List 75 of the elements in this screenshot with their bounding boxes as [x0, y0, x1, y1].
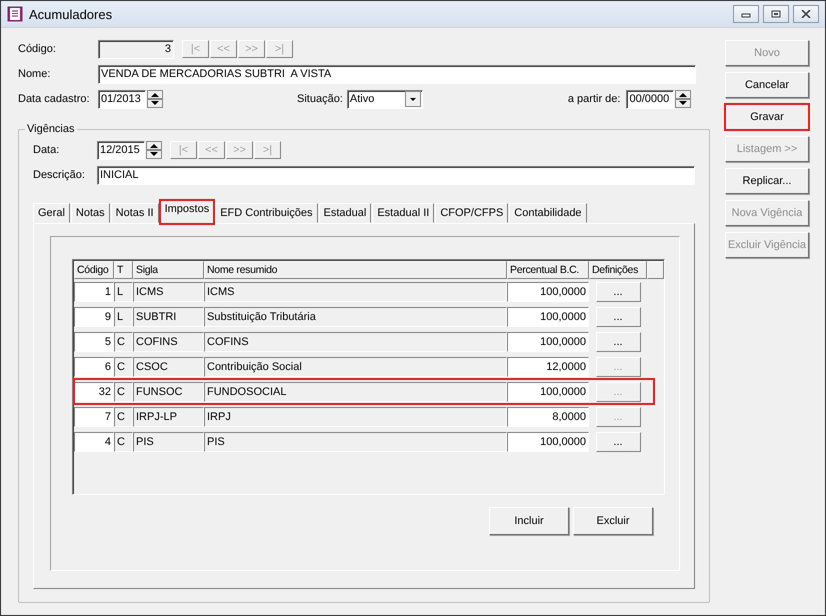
table-cell: L	[114, 306, 133, 326]
action-button[interactable]: Cancelar	[725, 72, 809, 98]
tab[interactable]: Notas	[70, 203, 110, 223]
table-cell: FUNSOC	[133, 382, 204, 402]
tab[interactable]: Contabilidade	[509, 203, 587, 223]
window-title: Acumuladores	[29, 6, 114, 22]
table-cell: C	[114, 332, 133, 352]
table-cell: 8,0000	[507, 406, 589, 426]
table-button[interactable]: Incluir	[489, 507, 569, 535]
table-cell: CSOC	[133, 356, 204, 376]
table-cell: PIS	[204, 432, 507, 452]
date-field[interactable]: 01/2013	[98, 90, 146, 108]
definitions-button[interactable]: ...	[596, 432, 640, 452]
definitions-button[interactable]: ...	[596, 282, 640, 302]
table-cell: FUNDOSOCIAL	[204, 382, 507, 402]
field-label: Situação:	[297, 93, 343, 105]
tab[interactable]: Impostos	[160, 200, 214, 224]
table-cell: 9	[74, 306, 114, 326]
date-field[interactable]: 00/0000	[626, 90, 674, 108]
column-header[interactable]: Sigla	[133, 261, 204, 279]
tab[interactable]: Notas II	[110, 203, 159, 223]
tab[interactable]: Estadual II	[372, 203, 434, 223]
table-cell: 100,0000	[507, 382, 589, 402]
table-cell: Contribuição Social	[204, 356, 507, 376]
column-header[interactable]: T	[114, 261, 133, 279]
table-cell: C	[114, 382, 133, 402]
table-cell: 4	[74, 432, 114, 452]
table-cell: 32	[74, 382, 114, 402]
action-button[interactable]: Replicar...	[725, 168, 809, 194]
group-title: Vigências	[26, 123, 76, 135]
tab[interactable]: Geral	[33, 203, 70, 223]
table-cell: 100,0000	[507, 332, 589, 352]
name-field[interactable]: VENDA DE MERCADORIAS SUBTRI A VISTA	[98, 64, 696, 84]
field-label: a partir de:	[568, 93, 620, 105]
column-header[interactable]: Nome resumido	[204, 261, 507, 279]
table-cell: IRPJ-LP	[133, 406, 204, 426]
column-header[interactable]: Definições	[589, 261, 647, 279]
date-field[interactable]: 12/2015	[97, 140, 145, 160]
table-cell: COFINS	[204, 332, 507, 352]
table-cell: COFINS	[133, 332, 204, 352]
tab[interactable]: CFOP/CFPS	[435, 203, 508, 223]
table-cell: IRPJ	[204, 406, 507, 426]
table-cell: ICMS	[204, 282, 507, 302]
table-cell: 6	[74, 356, 114, 376]
table-cell: C	[114, 406, 133, 426]
definitions-button[interactable]: ...	[596, 332, 640, 352]
table-cell: 7	[74, 406, 114, 426]
table-cell: 100,0000	[507, 432, 589, 452]
code-field[interactable]: 3	[98, 40, 174, 58]
column-header[interactable]: Percentual B.C.	[507, 261, 589, 279]
table-cell: 5	[74, 332, 114, 352]
column-header[interactable]: Código	[74, 261, 114, 279]
table-cell: 1	[74, 282, 114, 302]
table-cell: L	[114, 282, 133, 302]
table-cell: C	[114, 356, 133, 376]
table-cell: 100,0000	[507, 282, 589, 302]
field-label: Data cadastro:	[18, 93, 91, 105]
table-cell: C	[114, 432, 133, 452]
field-label: Data:	[33, 144, 60, 156]
field-label: Descrição:	[33, 169, 86, 181]
table-cell: 12,0000	[507, 356, 589, 376]
table-cell: SUBTRI	[133, 306, 204, 326]
definitions-button[interactable]: ...	[596, 306, 640, 326]
tab[interactable]: EFD Contribuições	[215, 203, 318, 223]
description-field[interactable]: INICIAL	[97, 166, 695, 184]
table-cell: ICMS	[133, 282, 204, 302]
status-dropdown[interactable]: Ativo	[346, 90, 423, 108]
table-button[interactable]: Excluir	[573, 507, 653, 535]
table-cell: Substituição Tributária	[204, 306, 507, 326]
tab[interactable]: Estadual	[318, 203, 372, 223]
field-label: Nome:	[18, 68, 52, 80]
table-cell: 100,0000	[507, 306, 589, 326]
field-label: Código:	[18, 43, 57, 55]
table-cell: PIS	[133, 432, 204, 452]
action-button[interactable]: Gravar	[725, 104, 809, 130]
